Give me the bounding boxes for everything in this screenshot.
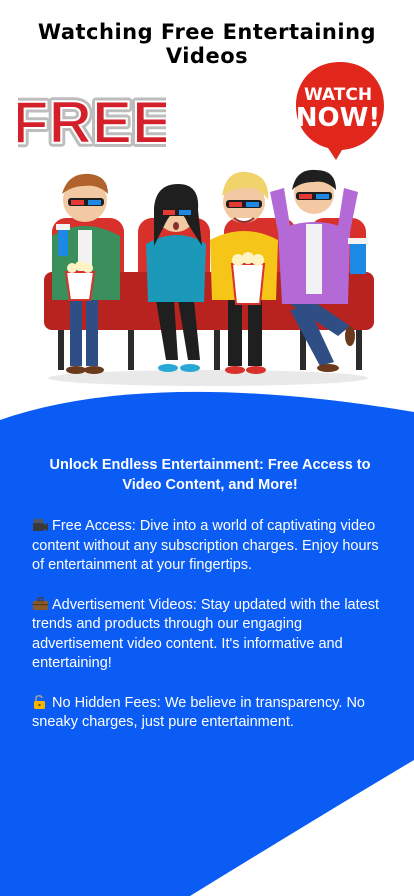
cinema-audience-illustration xyxy=(44,169,374,386)
briefcase-icon xyxy=(33,596,48,610)
feature-advertisement-videos-text: Advertisement Videos: Stay updated with … xyxy=(32,596,379,672)
watch-now-badge: WATCH NOW! xyxy=(296,62,384,160)
person-yellow-shirt xyxy=(210,171,278,374)
person-purple-shirt xyxy=(270,169,368,372)
feature-no-hidden-fees: No Hidden Fees: We believe in transparen… xyxy=(32,694,388,733)
features-headline-line2: Video Content, and More! xyxy=(122,477,298,493)
watch-badge-line1: WATCH xyxy=(304,85,372,105)
features-section: Unlock Endless Entertainment: Free Acces… xyxy=(32,455,388,753)
feature-no-hidden-fees-text: No Hidden Fees: We believe in transparen… xyxy=(32,694,365,731)
unlocked-padlock-icon xyxy=(34,694,45,709)
watch-badge-line2: NOW! xyxy=(296,103,380,133)
free-badge-text: FREE xyxy=(18,89,166,154)
page-title-line1: Watching Free Entertaining xyxy=(37,20,377,44)
person-blue-top xyxy=(146,184,206,372)
feature-free-access: Free Access: Dive into a world of captiv… xyxy=(32,517,388,576)
movie-camera-icon xyxy=(33,518,48,531)
features-headline-line1: Unlock Endless Entertainment: Free Acces… xyxy=(49,457,371,473)
feature-advertisement-videos: Advertisement Videos: Stay updated with … xyxy=(32,596,388,674)
free-badge: FREE FREE xyxy=(18,88,166,154)
feature-free-access-text: Free Access: Dive into a world of captiv… xyxy=(32,518,379,573)
features-headline: Unlock Endless Entertainment: Free Acces… xyxy=(32,455,388,495)
